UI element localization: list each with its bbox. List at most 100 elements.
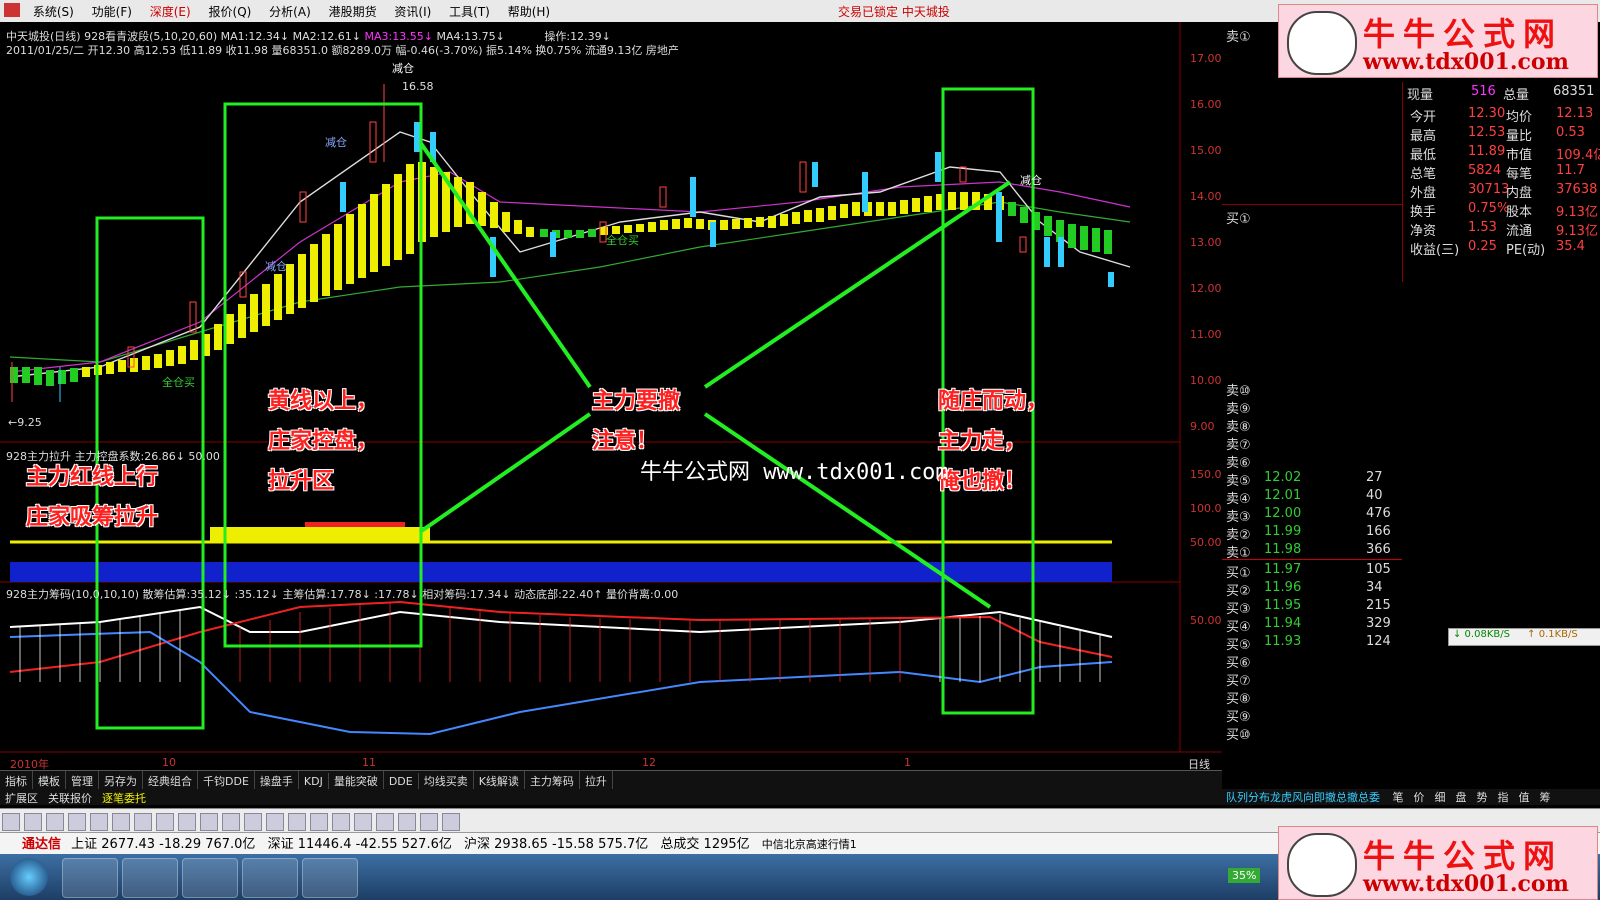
lower-tab[interactable]: 关联报价 (43, 789, 97, 807)
indicator-tab[interactable]: 指标 (0, 771, 33, 791)
sells-v: 40 (1366, 488, 1383, 503)
buys-p: 11.93 (1264, 634, 1302, 649)
quote-stat-v1: 12.30 (1468, 106, 1506, 121)
toolbar-icon-3[interactable] (46, 813, 64, 831)
buys-l: 买⑥ (1226, 656, 1251, 671)
toolbar-icon-15[interactable] (310, 813, 328, 831)
x-label-10: 10 (162, 756, 176, 769)
sz-index[interactable]: 深证 11446.4 -42.55 527.6亿 (268, 837, 452, 852)
toolbar-icon-16[interactable] (332, 813, 350, 831)
ad-banner-bottom[interactable]: 牛牛公式网 www.tdx001.com (1278, 826, 1598, 900)
toolbar-icon-5[interactable] (90, 813, 108, 831)
ind1-label-100: 100.0 (1190, 502, 1222, 515)
quote-stat-k1: 收益(三) (1410, 243, 1460, 258)
toolbar-icon-7[interactable] (134, 813, 152, 831)
jiancang-label-4: 减仓 (1020, 174, 1042, 187)
menu-quote[interactable]: 报价(Q) (202, 0, 259, 23)
menu-help[interactable]: 帮助(H) (501, 0, 557, 23)
hs-index[interactable]: 沪深 2938.65 -15.58 575.7亿 (464, 837, 648, 852)
server-label[interactable]: 中信北京高速行情1 (762, 838, 857, 851)
quancang-label-1: 全仓买 (162, 376, 195, 389)
battery-indicator: 35% (1228, 868, 1261, 883)
menu-function[interactable]: 功能(F) (85, 0, 139, 23)
right-tab-queue[interactable]: 队列分布龙虎风向即撤总撤总委 (1222, 790, 1384, 805)
menu-system[interactable]: 系统(S) (26, 0, 81, 23)
right-tab[interactable]: 筹 (1535, 790, 1556, 805)
toolbar-icon-14[interactable] (288, 813, 306, 831)
start-button-icon[interactable] (10, 858, 48, 896)
quote-stat-v2: 12.13 (1556, 106, 1594, 121)
sells-v: 476 (1366, 506, 1391, 521)
toolbar-icon-1[interactable] (2, 813, 20, 831)
indicator-tab[interactable]: 千钧DDE (198, 771, 255, 791)
right-tab[interactable]: 价 (1409, 790, 1430, 805)
ad-banner-top[interactable]: 牛牛公式网 www.tdx001.com (1278, 4, 1598, 78)
toolbar-icon-11[interactable] (222, 813, 240, 831)
toolbar-icon-12[interactable] (244, 813, 262, 831)
toolbar-icon-10[interactable] (200, 813, 218, 831)
taskbar-image-icon[interactable] (302, 858, 358, 898)
indicator-tab[interactable]: 主力筹码 (525, 771, 580, 791)
menu-depth[interactable]: 深度(E) (143, 0, 198, 23)
kline-chart-area[interactable]: 中天城投(日线) 928看青波段(5,10,20,60) MA1:12.34↓ … (0, 22, 1223, 771)
taskbar-qq-icon[interactable] (182, 858, 238, 898)
toolbar-icon-21[interactable] (442, 813, 460, 831)
indicator-tab[interactable]: 量能突破 (329, 771, 384, 791)
taskbar-browser-icon[interactable] (62, 858, 118, 898)
toolbar-icon-19[interactable] (398, 813, 416, 831)
sells-p: 11.98 (1264, 542, 1302, 557)
annotation-4-line2: 主力走， (938, 429, 1027, 454)
menu-tools[interactable]: 工具(T) (442, 0, 497, 23)
indicator-tab[interactable]: 管理 (66, 771, 99, 791)
right-tab[interactable]: 笔 (1388, 790, 1409, 805)
right-tab[interactable]: 细 (1430, 790, 1451, 805)
indicator-tab[interactable]: 均线买卖 (419, 771, 474, 791)
lower-tab[interactable]: 逐笔委托 (97, 789, 151, 807)
sells-v: 27 (1366, 470, 1383, 485)
indicator-tabs: 指标 模板 管理 另存为 经典组合 千钧DDE 操盘手 KDJ 量能突破 DDE 均线买卖 K线解读主… (0, 770, 1222, 791)
toolbar-icon-17[interactable] (354, 813, 372, 831)
ind1-label-150: 150.0 (1190, 468, 1222, 481)
quote-stat-v2: 37638 (1556, 182, 1598, 197)
toolbar-icon-2[interactable] (24, 813, 42, 831)
indicator-tab[interactable]: 模板 (33, 771, 66, 791)
sells-p: 12.01 (1264, 488, 1302, 503)
sells-l: 卖③ (1226, 510, 1251, 525)
indicator-tab[interactable]: 另存为 (99, 771, 143, 791)
ma4-line (9, 201, 1131, 363)
taskbar-app-icon[interactable] (122, 858, 178, 898)
buys-l: 买② (1226, 584, 1251, 599)
right-tab[interactable]: 势 (1472, 790, 1493, 805)
indicator-tab[interactable]: 拉升 (580, 771, 613, 791)
indicator-tab[interactable]: DDE (384, 773, 419, 790)
indicator-tab[interactable]: K线解读 (474, 771, 525, 791)
sells-l: 卖⑦ (1226, 438, 1251, 453)
toolbar-icon-8[interactable] (156, 813, 174, 831)
menu-hk-futures[interactable]: 港股期货 (322, 0, 384, 23)
menu-news[interactable]: 资讯(I) (387, 0, 438, 23)
network-speed: ↓ 0.08KB/S ↑ 0.1KB/S (1448, 628, 1600, 646)
indicator-tab[interactable]: KDJ (299, 773, 329, 790)
indicator-tab[interactable]: 操盘手 (255, 771, 299, 791)
right-tab[interactable]: 值 (1514, 790, 1535, 805)
toolbar-icon-9[interactable] (178, 813, 196, 831)
right-tab[interactable]: 盘 (1451, 790, 1472, 805)
toolbar-icon-18[interactable] (376, 813, 394, 831)
right-tab[interactable]: 指 (1493, 790, 1514, 805)
annotation-4: 随庄而动， 主力走， 俺也撤！ (938, 382, 1048, 502)
quote-stat-v2: 9.13亿 (1556, 224, 1598, 239)
buys-l: 买③ (1226, 602, 1251, 617)
lower-tabs: 扩展区 关联报价 逐笔委托 (0, 789, 1222, 805)
toolbar-icon-4[interactable] (68, 813, 86, 831)
sells-l: 卖⑧ (1226, 420, 1251, 435)
toolbar-icon-13[interactable] (266, 813, 284, 831)
lower-tab[interactable]: 扩展区 (0, 789, 43, 807)
xianliang-value: 516 (1471, 84, 1496, 99)
sh-index[interactable]: 上证 2677.43 -18.29 767.0亿 (71, 837, 255, 852)
toolbar-icon-6[interactable] (112, 813, 130, 831)
sells-p: 12.00 (1264, 506, 1302, 521)
indicator-tab[interactable]: 经典组合 (143, 771, 198, 791)
menu-analysis[interactable]: 分析(A) (262, 0, 318, 23)
toolbar-icon-20[interactable] (420, 813, 438, 831)
taskbar-photoshop-icon[interactable] (242, 858, 298, 898)
